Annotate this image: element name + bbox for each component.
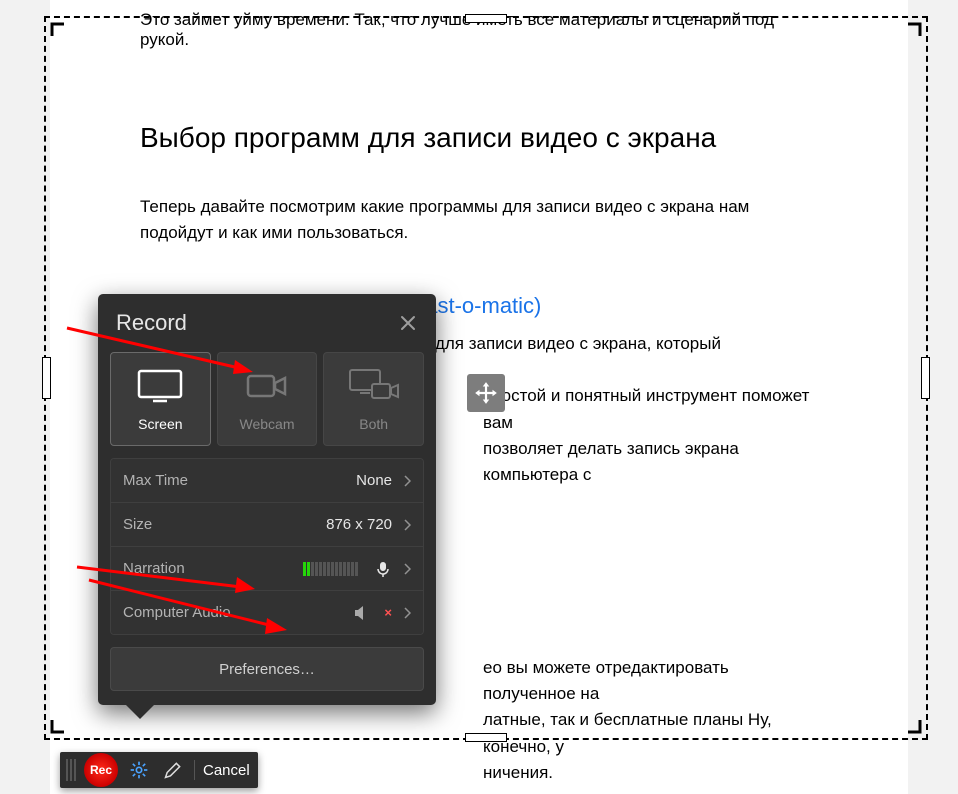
resize-handle-left[interactable]	[42, 357, 51, 399]
para2-b: простой и понятный инструмент поможет ва…	[483, 383, 818, 436]
webcam-icon	[245, 366, 289, 406]
mode-both-tile[interactable]: Both	[323, 352, 424, 446]
preferences-button[interactable]: Preferences…	[110, 647, 424, 691]
row-max-time[interactable]: Max Time None	[111, 459, 423, 503]
resize-handle-top[interactable]	[465, 14, 507, 23]
cancel-label: Cancel	[203, 762, 250, 779]
narration-label: Narration	[123, 560, 185, 577]
narration-value	[303, 560, 392, 578]
row-size[interactable]: Size 876 x 720	[111, 503, 423, 547]
microphone-icon	[374, 560, 392, 578]
settings-button[interactable]	[126, 752, 152, 788]
cancel-button[interactable]: Cancel	[203, 762, 250, 779]
preferences-label: Preferences…	[219, 661, 315, 678]
section-heading: Выбор программ для записи видео с экрана	[140, 122, 818, 154]
para2-c: позволяет делать запись экрана компьютер…	[483, 436, 818, 489]
resize-handle-bottom[interactable]	[465, 733, 507, 742]
toolbar-divider	[194, 760, 195, 780]
computer-audio-value: ×	[353, 604, 392, 622]
chevron-right-icon	[404, 563, 411, 575]
move-handle[interactable]	[467, 374, 505, 412]
para3-a: ео вы можете отредактировать полученное …	[483, 655, 818, 708]
record-button-label: Rec	[90, 763, 112, 777]
speaker-muted-icon	[353, 604, 371, 622]
panel-tail	[126, 705, 154, 719]
resize-handle-bottom-left[interactable]	[46, 694, 90, 738]
resize-handle-right[interactable]	[921, 357, 930, 399]
recorder-toolbar: Rec Cancel	[60, 752, 258, 788]
chevron-right-icon	[404, 607, 411, 619]
settings-rows: Max Time None Size 876 x 720 Narration C…	[110, 458, 424, 635]
row-computer-audio[interactable]: Computer Audio ×	[111, 591, 423, 634]
move-arrows-icon	[473, 380, 499, 406]
close-button[interactable]	[398, 313, 418, 333]
mode-webcam-tile[interactable]: Webcam	[217, 352, 318, 446]
gear-icon	[129, 760, 149, 780]
para3-b: латные, так и бесплатные планы Ну, конеч…	[483, 707, 818, 760]
panel-title: Record	[116, 310, 187, 336]
paragraph-intro: Теперь давайте посмотрим какие программы…	[140, 194, 818, 247]
mode-both-label: Both	[359, 416, 388, 432]
drag-grip[interactable]	[60, 752, 82, 788]
record-button[interactable]: Rec	[84, 753, 118, 787]
resize-handle-top-right[interactable]	[882, 18, 926, 62]
mode-screen-label: Screen	[138, 416, 182, 432]
row-narration[interactable]: Narration	[111, 547, 423, 591]
resize-handle-top-left[interactable]	[46, 18, 90, 62]
muted-x-icon: ×	[384, 605, 392, 620]
size-value: 876 x 720	[326, 516, 392, 533]
mode-tiles: Screen Webcam Both	[98, 344, 436, 458]
draw-button[interactable]	[160, 752, 186, 788]
chevron-right-icon	[404, 475, 411, 487]
max-time-label: Max Time	[123, 472, 188, 489]
resize-handle-bottom-right[interactable]	[882, 694, 926, 738]
mode-screen-tile[interactable]: Screen	[110, 352, 211, 446]
mode-webcam-label: Webcam	[240, 416, 295, 432]
chevron-right-icon	[404, 519, 411, 531]
monitor-icon	[137, 366, 183, 406]
cutoff-line: Это займет уйму времени. Так, что лучше …	[140, 0, 818, 50]
vu-meter	[303, 562, 358, 576]
panel-header: Record	[98, 294, 436, 344]
close-icon	[398, 313, 418, 333]
pencil-icon	[163, 760, 183, 780]
max-time-value: None	[356, 472, 392, 489]
para3-c: ничения.	[483, 760, 553, 786]
size-label: Size	[123, 516, 152, 533]
record-panel: Record Screen Webcam Both	[98, 294, 436, 705]
both-icon	[348, 366, 400, 406]
computer-audio-label: Computer Audio	[123, 604, 231, 621]
